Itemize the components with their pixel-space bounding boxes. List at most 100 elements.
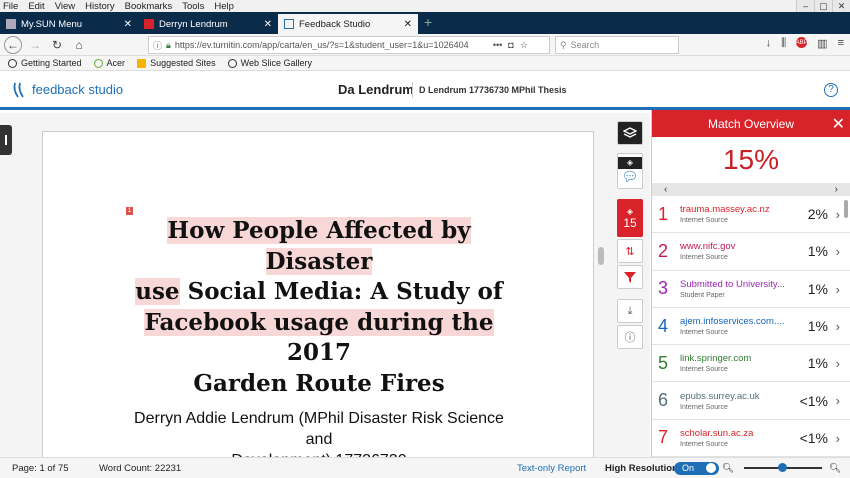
close-panel-icon[interactable]: ✕ xyxy=(832,114,845,134)
filter-icon[interactable] xyxy=(617,265,643,289)
match-row[interactable]: 1 trauma.massey.ac.nz Internet Source 2% › xyxy=(652,196,850,234)
download-icon[interactable]: ↓ xyxy=(766,37,772,50)
library-icon[interactable]: ⫼ xyxy=(781,37,786,50)
bookmark-suggested-sites[interactable]: Suggested Sites xyxy=(137,58,216,68)
zoom-in-icon[interactable]: 🔍︎ xyxy=(829,463,841,474)
new-tab-icon[interactable]: + xyxy=(424,14,432,34)
hamburger-menu-icon[interactable]: ≡ xyxy=(838,37,844,50)
tab-my-sun-menu[interactable]: My.SUN Menu ✕ xyxy=(0,14,138,34)
globe-icon xyxy=(227,58,237,68)
close-tab-icon[interactable]: ✕ xyxy=(404,19,412,30)
next-icon[interactable]: › xyxy=(835,184,838,195)
match-row[interactable]: 7 scholar.sun.ac.za Internet Source <1% › xyxy=(652,420,850,458)
search-input[interactable]: ⚲ Search xyxy=(555,36,679,54)
chevron-right-icon[interactable]: › xyxy=(836,282,840,297)
menu-file[interactable]: File xyxy=(3,1,18,12)
match-source-name[interactable]: epubs.surrey.ac.uk xyxy=(680,391,788,402)
download-icon[interactable]: ⤓ xyxy=(617,299,643,323)
tab-derryn-lendrum[interactable]: Derryn Lendrum ✕ xyxy=(138,14,278,34)
close-window-icon[interactable]: ✕ xyxy=(832,0,850,12)
match-source-type: Internet Source xyxy=(680,217,728,225)
menu-tools[interactable]: Tools xyxy=(182,1,204,12)
match-source: epubs.surrey.ac.uk Internet Source xyxy=(680,391,788,411)
adblock-icon[interactable]: ABP xyxy=(796,37,808,48)
comment-icon[interactable]: 💬︎ xyxy=(622,169,639,185)
match-source-type: Internet Source xyxy=(680,366,728,374)
url-bar[interactable]: ⓘ 🔒︎ https://ev.turnitin.com/app/carta/e… xyxy=(148,36,550,54)
menu-edit[interactable]: Edit xyxy=(28,1,44,12)
match-percentage: 2% xyxy=(807,206,828,223)
match-source-name[interactable]: ajem.infoservices.com.... xyxy=(680,316,788,327)
chevron-right-icon[interactable]: › xyxy=(836,207,840,222)
match-source-name[interactable]: Submitted to University... xyxy=(680,279,788,290)
window-controls: – ▢ ✕ xyxy=(796,0,850,12)
sidebar-icon[interactable]: ▥ xyxy=(817,37,827,50)
close-tab-icon[interactable]: ✕ xyxy=(264,19,272,30)
zoom-slider-thumb[interactable] xyxy=(778,463,787,472)
highlighted-match-text[interactable]: How People Affected by Disaster xyxy=(167,217,471,275)
panel-title: Match Overview xyxy=(707,116,795,131)
tab-feedback-studio[interactable]: Feedback Studio ✕ xyxy=(278,14,418,34)
forward-icon[interactable]: → xyxy=(26,36,44,54)
match-source-name[interactable]: scholar.sun.ac.za xyxy=(680,428,788,439)
match-source-type: Internet Source xyxy=(680,440,728,448)
bookmark-acer[interactable]: Acer xyxy=(93,58,125,68)
match-row[interactable]: 2 www.nifc.gov Internet Source 1% › xyxy=(652,233,850,271)
panel-scrollbar[interactable] xyxy=(844,200,848,218)
match-source-name[interactable]: www.nifc.gov xyxy=(680,241,788,252)
home-icon[interactable]: ⌂ xyxy=(70,36,88,54)
zoom-slider[interactable] xyxy=(744,463,822,472)
match-row[interactable]: 5 link.springer.com Internet Source 1% › xyxy=(652,345,850,383)
match-row[interactable]: 6 epubs.surrey.ac.uk Internet Source <1% › xyxy=(652,382,850,420)
info-icon[interactable]: ⓘ xyxy=(153,39,162,52)
text-only-report-link[interactable]: Text-only Report xyxy=(517,463,586,474)
page-actions-icon[interactable]: ••• xyxy=(493,40,502,50)
maximize-icon[interactable]: ▢ xyxy=(814,0,832,12)
match-row[interactable]: 4 ajem.infoservices.com.... Internet Sourc… xyxy=(652,308,850,346)
help-icon[interactable]: ? xyxy=(824,82,838,97)
minimize-icon[interactable]: – xyxy=(796,0,814,12)
match-pager: ‹ › xyxy=(652,183,850,196)
menu-bookmarks[interactable]: Bookmarks xyxy=(125,1,173,12)
menu-help[interactable]: Help xyxy=(214,1,234,12)
layer-icon[interactable]: ◈ xyxy=(618,157,642,169)
similarity-button[interactable]: ◈ 15 xyxy=(617,199,643,237)
match-row[interactable]: 3 Submitted to University... Student Paper… xyxy=(652,271,850,308)
document-scrollbar[interactable] xyxy=(598,247,604,265)
chevron-right-icon[interactable]: › xyxy=(836,244,840,259)
layer-icon: ◈ xyxy=(626,206,634,216)
match-source: Submitted to University... Student Paper xyxy=(680,279,788,299)
side-panel-handle[interactable] xyxy=(0,125,12,155)
highlighted-match-text[interactable]: use xyxy=(135,278,180,305)
feedback-studio-logo[interactable]: feedback studio xyxy=(12,81,123,99)
tab-strip: My.SUN Menu ✕ Derryn Lendrum ✕ Feedback … xyxy=(0,0,850,34)
match-source-type: Student Paper xyxy=(680,291,725,299)
chevron-right-icon[interactable]: › xyxy=(836,393,840,408)
chevron-right-icon[interactable]: › xyxy=(836,356,840,371)
chevron-right-icon[interactable]: › xyxy=(836,319,840,334)
layers-icon[interactable] xyxy=(617,121,643,145)
close-tab-icon[interactable]: ✕ xyxy=(124,19,132,30)
menu-view[interactable]: View xyxy=(55,1,75,12)
previous-icon[interactable]: ‹ xyxy=(664,184,667,195)
high-resolution-toggle[interactable]: On xyxy=(674,461,720,475)
match-marker[interactable]: 1 xyxy=(126,207,133,215)
zoom-out-icon[interactable]: 🔍︎ xyxy=(722,463,734,474)
pocket-icon[interactable]: ◘ xyxy=(508,40,513,50)
grip-icon xyxy=(5,135,7,145)
chevron-right-icon[interactable]: › xyxy=(836,431,840,446)
bookmark-star-icon[interactable]: ☆ xyxy=(520,40,528,51)
match-overview-header: Match Overview ✕ xyxy=(652,110,850,137)
match-percentage: 1% xyxy=(807,280,828,297)
sort-icon[interactable]: ⇅ xyxy=(617,239,643,263)
reload-icon[interactable]: ↻ xyxy=(48,36,66,54)
match-source-name[interactable]: link.springer.com xyxy=(680,353,788,364)
url-text[interactable]: https://ev.turnitin.com/app/carta/en_us/… xyxy=(175,40,485,50)
info-icon[interactable]: ⓘ xyxy=(617,325,643,349)
highlighted-match-text[interactable]: Facebook usage during the xyxy=(144,308,494,336)
match-source-name[interactable]: trauma.massey.ac.nz xyxy=(680,204,788,215)
bookmark-web-slice-gallery[interactable]: Web Slice Gallery xyxy=(227,58,312,68)
menu-history[interactable]: History xyxy=(85,1,115,12)
bookmark-getting-started[interactable]: Getting Started xyxy=(8,58,82,68)
back-icon[interactable]: ← xyxy=(4,35,22,54)
